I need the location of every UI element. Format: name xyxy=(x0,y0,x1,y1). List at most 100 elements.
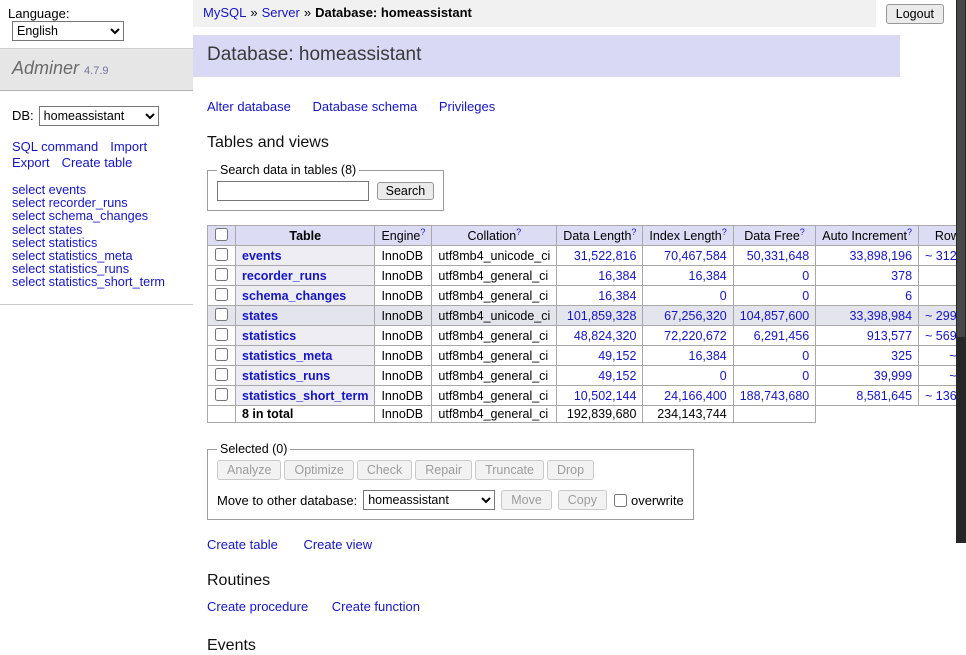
row-checkbox-events[interactable] xyxy=(215,248,228,261)
data-free-cell: 0 xyxy=(733,366,816,386)
language-select[interactable]: English xyxy=(12,21,124,41)
table-link-statistics_short_term[interactable]: statistics_short_term xyxy=(242,389,368,403)
export-link[interactable]: Export xyxy=(12,155,50,170)
table-link-statistics_runs[interactable]: statistics_runs xyxy=(242,369,330,383)
data-length-link[interactable]: 49,152 xyxy=(598,349,636,363)
privileges-link[interactable]: Privileges xyxy=(439,99,495,114)
help-icon[interactable]: ? xyxy=(516,227,521,237)
index-length-link[interactable]: 0 xyxy=(720,369,727,383)
data-free-link[interactable]: 0 xyxy=(802,349,809,363)
create-procedure-link[interactable]: Create procedure xyxy=(207,599,308,614)
auto-increment-link[interactable]: 33,898,196 xyxy=(849,249,912,263)
index-length-cell: 0 xyxy=(643,286,733,306)
db-select[interactable]: homeassistant xyxy=(39,106,159,126)
index-length-link[interactable]: 24,166,400 xyxy=(664,389,727,403)
sidebar-item-select-schema_changes[interactable]: select schema_changes xyxy=(12,210,181,223)
create-function-link[interactable]: Create function xyxy=(332,599,420,614)
copy-button[interactable]: Copy xyxy=(558,490,607,510)
truncate-button[interactable]: Truncate xyxy=(475,460,544,480)
table-link-schema_changes[interactable]: schema_changes xyxy=(242,289,346,303)
breadcrumb: MySQL»Server»Database: homeassistant xyxy=(193,0,876,27)
index-length-link[interactable]: 0 xyxy=(720,289,727,303)
check-button[interactable]: Check xyxy=(357,460,412,480)
import-link[interactable]: Import xyxy=(110,139,147,154)
auto-increment-link[interactable]: 8,581,645 xyxy=(856,389,912,403)
optimize-button[interactable]: Optimize xyxy=(284,460,353,480)
sidebar: Language:English Adminer4.7.9 DB:homeass… xyxy=(0,0,193,543)
scrollbar-thumb[interactable] xyxy=(957,0,965,337)
row-checkbox-statistics_meta[interactable] xyxy=(215,348,228,361)
logout-area: Logout xyxy=(876,0,956,24)
table-row: schema_changesInnoDButf8mb4_general_ci16… xyxy=(208,286,966,306)
index-length-link[interactable]: 67,256,320 xyxy=(664,309,727,323)
help-icon[interactable]: ? xyxy=(631,227,636,237)
row-checkbox-states[interactable] xyxy=(215,308,228,321)
auto-increment-link[interactable]: 6 xyxy=(905,289,912,303)
create-view-link[interactable]: Create view xyxy=(303,537,372,552)
data-length-link[interactable]: 16,384 xyxy=(598,269,636,283)
sql-command-link[interactable]: SQL command xyxy=(12,139,98,154)
help-icon[interactable]: ? xyxy=(907,227,912,237)
create-table-link-sidebar[interactable]: Create table xyxy=(62,155,133,170)
data-length-link[interactable]: 31,522,816 xyxy=(574,249,637,263)
row-checkbox-statistics_short_term[interactable] xyxy=(215,388,228,401)
move-button[interactable]: Move xyxy=(501,490,552,510)
data-free-link[interactable]: 188,743,680 xyxy=(740,389,810,403)
data-free-link[interactable]: 0 xyxy=(802,269,809,283)
sidebar-item-select-states[interactable]: select states xyxy=(12,224,181,237)
data-free-link[interactable]: 0 xyxy=(802,289,809,303)
database-actions: Alter database Database schema Privilege… xyxy=(207,99,956,114)
search-legend: Search data in tables (8) xyxy=(217,163,359,177)
table-link-recorder_runs[interactable]: recorder_runs xyxy=(242,269,327,283)
index-length-link[interactable]: 16,384 xyxy=(689,349,727,363)
row-checkbox-statistics[interactable] xyxy=(215,328,228,341)
data-length-link[interactable]: 10,502,144 xyxy=(574,389,637,403)
row-checkbox-recorder_runs[interactable] xyxy=(215,268,228,281)
table-name-cell: states xyxy=(236,306,375,326)
breadcrumb-server-link[interactable]: Server xyxy=(262,5,300,20)
index-length-link[interactable]: 16,384 xyxy=(689,269,727,283)
analyze-button[interactable]: Analyze xyxy=(217,460,281,480)
select-all-checkbox[interactable] xyxy=(215,228,228,241)
row-checkbox-schema_changes[interactable] xyxy=(215,288,228,301)
data-length-link[interactable]: 49,152 xyxy=(598,369,636,383)
breadcrumb-mysql-link[interactable]: MySQL xyxy=(203,5,246,20)
data-length-link[interactable]: 48,824,320 xyxy=(574,329,637,343)
scrollbar[interactable] xyxy=(956,0,966,543)
move-db-select[interactable]: homeassistant xyxy=(363,490,495,510)
data-length-link[interactable]: 101,859,328 xyxy=(567,309,637,323)
index-length-link[interactable]: 72,220,672 xyxy=(664,329,727,343)
overwrite-checkbox[interactable] xyxy=(614,494,627,507)
sidebar-item-select-statistics_short_term[interactable]: select statistics_short_term xyxy=(12,276,181,289)
create-table-link[interactable]: Create table xyxy=(207,537,278,552)
drop-button[interactable]: Drop xyxy=(547,460,594,480)
search-input[interactable] xyxy=(217,181,369,201)
table-link-statistics[interactable]: statistics xyxy=(242,329,296,343)
table-link-statistics_meta[interactable]: statistics_meta xyxy=(242,349,332,363)
auto-increment-link[interactable]: 39,999 xyxy=(874,369,912,383)
logout-button[interactable]: Logout xyxy=(886,4,944,24)
help-icon[interactable]: ? xyxy=(722,227,727,237)
data-free-link[interactable]: 6,291,456 xyxy=(754,329,810,343)
auto-increment-link[interactable]: 913,577 xyxy=(867,329,912,343)
help-icon[interactable]: ? xyxy=(420,227,425,237)
help-icon[interactable]: ? xyxy=(800,227,805,237)
database-schema-link[interactable]: Database schema xyxy=(312,99,417,114)
data-free-link[interactable]: 104,857,600 xyxy=(740,309,810,323)
table-link-states[interactable]: states xyxy=(242,309,278,323)
auto-increment-link[interactable]: 325 xyxy=(891,349,912,363)
app-version[interactable]: 4.7.9 xyxy=(84,65,108,77)
data-free-link[interactable]: 0 xyxy=(802,369,809,383)
table-link-events[interactable]: events xyxy=(242,249,282,263)
index-length-link[interactable]: 70,467,584 xyxy=(664,249,727,263)
data-length-link[interactable]: 16,384 xyxy=(598,289,636,303)
search-button[interactable]: Search xyxy=(377,182,435,200)
tables-table: TableEngine?Collation?Data Length?Index … xyxy=(207,225,966,423)
data-free-link[interactable]: 50,331,648 xyxy=(747,249,810,263)
repair-button[interactable]: Repair xyxy=(415,460,472,480)
auto-increment-link[interactable]: 33,398,984 xyxy=(849,309,912,323)
column-header-data-free: Data Free? xyxy=(733,226,816,246)
auto-increment-link[interactable]: 378 xyxy=(891,269,912,283)
alter-database-link[interactable]: Alter database xyxy=(207,99,291,114)
row-checkbox-statistics_runs[interactable] xyxy=(215,368,228,381)
